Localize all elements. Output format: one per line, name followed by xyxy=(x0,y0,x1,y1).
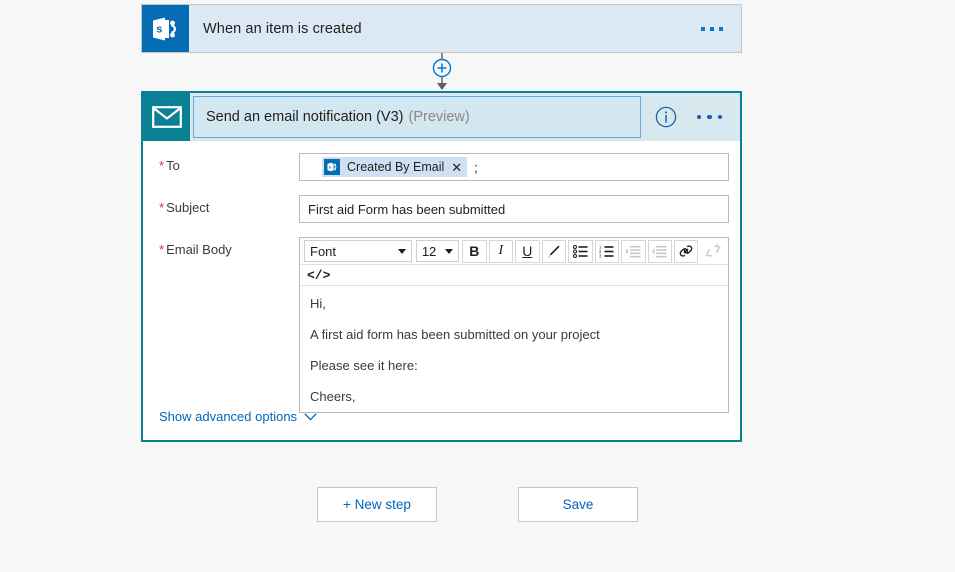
show-advanced-options-link[interactable]: Show advanced options xyxy=(159,409,317,424)
indent-icon[interactable] xyxy=(621,239,646,263)
info-icon[interactable] xyxy=(655,106,677,128)
email-body-label-text: Email Body xyxy=(166,242,232,257)
sharepoint-glyph: s xyxy=(327,162,336,172)
font-family-dropdown[interactable]: Font xyxy=(304,240,412,262)
action-card-header[interactable]: Send an email notification (V3) (Preview… xyxy=(143,93,740,141)
menu-dot xyxy=(701,26,705,31)
font-size-dropdown[interactable]: 12 xyxy=(415,240,460,262)
to-label-text: To xyxy=(166,158,180,173)
token-label: Created By Email xyxy=(347,160,445,174)
email-body-label: * Email Body xyxy=(159,237,299,413)
unlink-icon xyxy=(700,239,725,263)
show-advanced-options-label: Show advanced options xyxy=(159,409,298,424)
rich-text-editor[interactable]: Font 12 B I U 1 2 3 </> Hi, A first aid … xyxy=(299,237,729,413)
sharepoint-glyph: s xyxy=(152,17,176,40)
link-glyph xyxy=(679,245,693,257)
sharepoint-icon: s xyxy=(324,159,340,175)
email-icon xyxy=(143,93,190,141)
email-body-line: Hi, xyxy=(310,296,326,311)
outdent-icon[interactable] xyxy=(647,239,672,263)
token-remove-icon[interactable]: ✕ xyxy=(451,161,463,174)
font-size-value: 12 xyxy=(421,243,437,259)
subject-control: First aid Form has been submitted xyxy=(299,195,729,223)
trigger-menu-button[interactable] xyxy=(701,26,741,31)
field-row-email-body: * Email Body Font 12 B I U 1 2 3 </> Hi,… xyxy=(159,237,729,413)
bulleted-list-glyph xyxy=(572,244,588,258)
rte-toolbar-row-1: Font 12 B I U 1 2 3 xyxy=(300,238,728,265)
bold-button[interactable]: B xyxy=(462,239,487,263)
sharepoint-icon: s xyxy=(142,5,189,52)
footer-actions: + New step Save xyxy=(0,487,955,522)
to-label: * To xyxy=(159,153,299,181)
chevron-down-icon xyxy=(445,248,454,254)
action-preview-tag: (Preview) xyxy=(408,109,470,125)
to-control: s Created By Email ✕ ; xyxy=(299,153,729,181)
indent-glyph xyxy=(625,245,641,257)
bulleted-list-icon[interactable] xyxy=(568,239,593,263)
action-title: Send an email notification (V3) xyxy=(206,109,404,125)
action-title-field[interactable]: Send an email notification (V3) (Preview… xyxy=(193,96,641,138)
action-form: * To s Created By Email ✕ ; * Subject Fi… xyxy=(143,141,740,413)
required-marker: * xyxy=(159,242,165,257)
add-step-icon[interactable] xyxy=(423,53,461,91)
chevron-down-icon xyxy=(304,412,317,421)
code-view-button[interactable]: </> xyxy=(304,268,333,283)
numbered-list-icon[interactable]: 1 2 3 xyxy=(594,239,620,263)
to-separator: ; xyxy=(474,159,478,175)
field-row-subject: * Subject First aid Form has been submitt… xyxy=(159,195,729,223)
to-input[interactable]: s Created By Email ✕ ; xyxy=(299,153,729,181)
pen-glyph xyxy=(548,245,560,258)
numbered-list-glyph: 1 2 3 xyxy=(599,245,614,258)
action-card-send-email[interactable]: Send an email notification (V3) (Preview… xyxy=(141,91,742,442)
menu-dot xyxy=(717,114,722,120)
required-marker: * xyxy=(159,158,165,173)
new-step-button[interactable]: + New step xyxy=(317,487,437,522)
trigger-title: When an item is created xyxy=(203,20,362,37)
menu-dot xyxy=(707,114,712,120)
flow-designer-canvas: s When an item is created Send an email … xyxy=(0,0,955,572)
chevron-down-icon xyxy=(397,248,406,254)
unlink-glyph xyxy=(704,244,721,257)
subject-input[interactable]: First aid Form has been submitted xyxy=(299,195,729,223)
email-body-content[interactable]: Hi, A first aid form has been submitted … xyxy=(300,286,728,412)
italic-button[interactable]: I xyxy=(488,239,514,263)
link-icon[interactable] xyxy=(673,239,699,263)
email-body-line: Please see it here: xyxy=(310,358,418,373)
svg-text:s: s xyxy=(156,23,162,35)
outdent-glyph xyxy=(652,245,667,257)
rte-toolbar-row-2: </> xyxy=(300,265,728,286)
font-family-value: Font xyxy=(310,243,337,259)
flow-connector[interactable] xyxy=(423,53,461,91)
trigger-card[interactable]: s When an item is created xyxy=(141,4,742,53)
menu-dot xyxy=(710,26,714,31)
dynamic-token-created-by-email[interactable]: s Created By Email ✕ xyxy=(322,157,468,177)
required-marker: * xyxy=(159,200,165,215)
email-body-control: Font 12 B I U 1 2 3 </> Hi, A first aid … xyxy=(299,237,729,413)
svg-text:3: 3 xyxy=(599,253,602,257)
field-row-to: * To s Created By Email ✕ ; xyxy=(159,153,729,181)
subject-label: * Subject xyxy=(159,195,299,223)
action-menu-button[interactable] xyxy=(696,114,722,120)
email-body-line: Cheers, xyxy=(310,389,356,404)
text-color-icon[interactable] xyxy=(541,239,567,263)
email-body-line: A first aid form has been submitted on y… xyxy=(310,327,600,342)
menu-dot xyxy=(719,26,723,31)
save-button[interactable]: Save xyxy=(518,487,638,522)
menu-dot xyxy=(696,114,701,120)
action-header-buttons xyxy=(641,106,741,128)
envelope-glyph xyxy=(151,106,182,128)
underline-button[interactable]: U xyxy=(515,239,540,263)
subject-label-text: Subject xyxy=(166,200,210,215)
